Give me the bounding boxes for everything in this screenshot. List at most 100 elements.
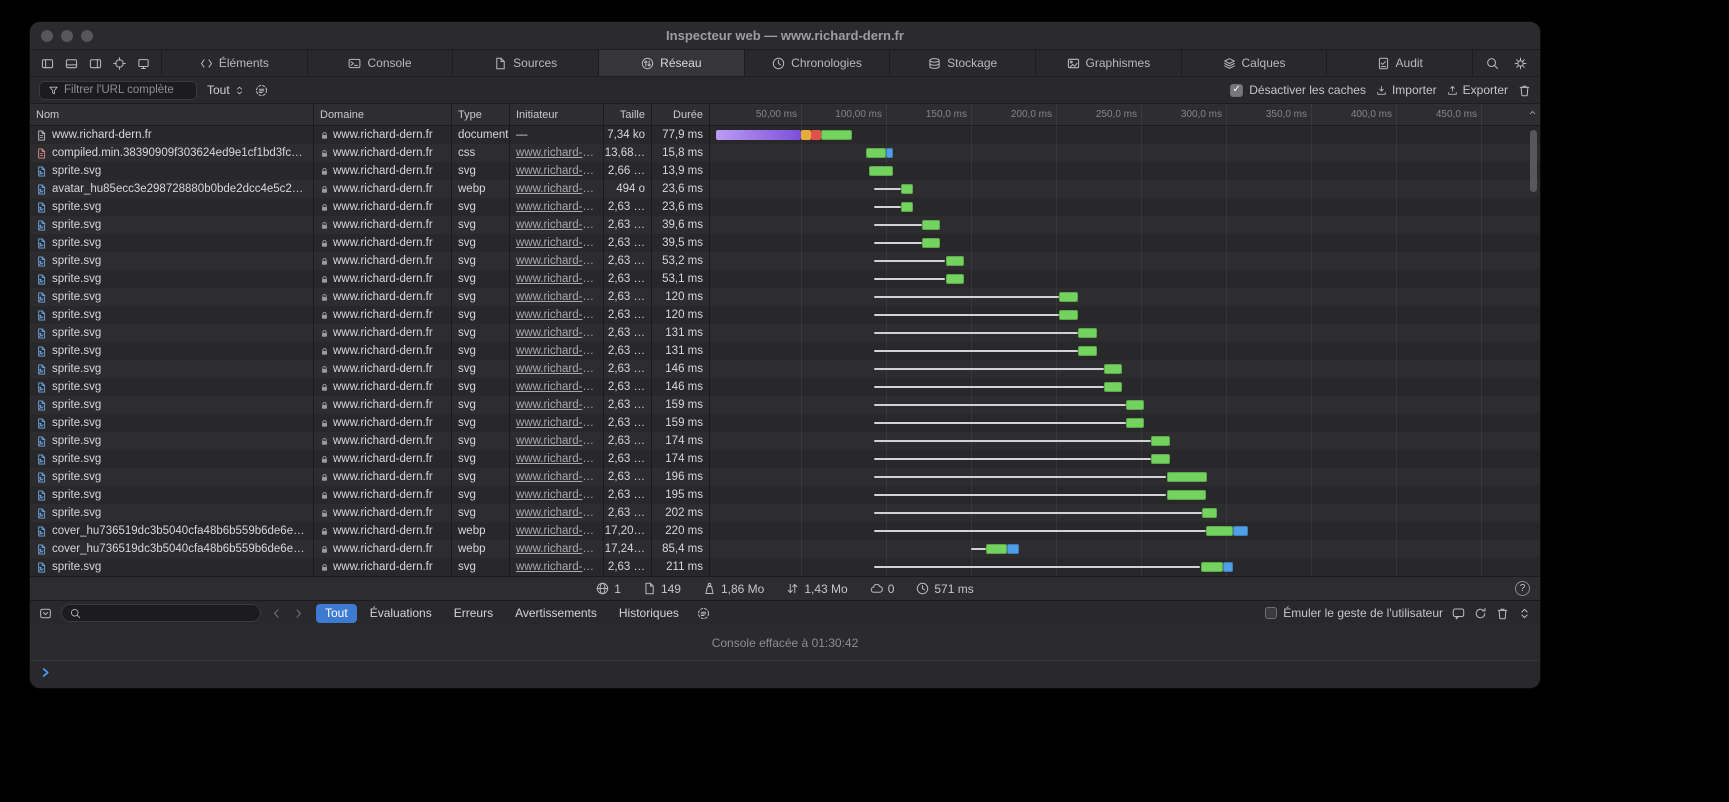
import-button[interactable]: Importer xyxy=(1376,83,1437,97)
clear-console-icon[interactable] xyxy=(1496,607,1509,620)
scrollbar-thumb[interactable] xyxy=(1530,130,1537,192)
tab-graphismes[interactable]: Graphismes xyxy=(1036,50,1182,76)
network-request-row[interactable]: cover_hu736519dc3b5040cfa48b6b559b6de6ec… xyxy=(30,522,1540,540)
inspect-element-icon[interactable] xyxy=(113,57,126,70)
device-settings-icon[interactable] xyxy=(137,57,150,70)
console-filter-options-icon[interactable] xyxy=(697,607,710,620)
tab-reseau[interactable]: Réseau xyxy=(599,50,745,76)
network-request-row[interactable]: avatar_hu85ecc3e298728880b0bde2dcc4e5c23… xyxy=(30,180,1540,198)
console-tab-erreurs[interactable]: Erreurs xyxy=(445,604,502,623)
initiator-link[interactable]: www.richard-d… xyxy=(516,435,597,447)
initiator-link[interactable]: www.richard-d… xyxy=(516,291,597,303)
tab-chronologies[interactable]: Chronologies xyxy=(745,50,891,76)
column-header-nom[interactable]: Nom xyxy=(30,104,314,125)
network-request-row[interactable]: cover_hu736519dc3b5040cfa48b6b559b6de6ec… xyxy=(30,540,1540,558)
column-header-initiateur[interactable]: Initiateur xyxy=(510,104,604,125)
initiator-link[interactable]: www.richard-d… xyxy=(516,543,597,555)
help-icon[interactable]: ? xyxy=(1515,581,1530,596)
console-tab-evaluations[interactable]: Évaluations xyxy=(361,604,441,623)
network-request-row[interactable]: sprite.svgwww.richard-dern.frsvgwww.rich… xyxy=(30,324,1540,342)
next-result-icon[interactable] xyxy=(292,607,305,620)
network-request-row[interactable]: sprite.svgwww.richard-dern.frsvgwww.rich… xyxy=(30,198,1540,216)
tab-calques[interactable]: Calques xyxy=(1182,50,1328,76)
minimize-button[interactable] xyxy=(61,30,73,42)
dock-bottom-icon[interactable] xyxy=(65,57,78,70)
network-request-row[interactable]: sprite.svgwww.richard-dern.frsvgwww.rich… xyxy=(30,288,1540,306)
initiator-link[interactable]: www.richard-d… xyxy=(516,399,597,411)
emulate-user-gesture-toggle[interactable]: Émuler le geste de l'utilisateur xyxy=(1265,606,1443,620)
initiator-link[interactable]: www.richard-d… xyxy=(516,561,597,573)
undock-icon[interactable] xyxy=(89,57,102,70)
initiator-link[interactable]: www.richard-d… xyxy=(516,417,597,429)
network-request-row[interactable]: sprite.svgwww.richard-dern.frsvgwww.rich… xyxy=(30,468,1540,486)
console-tab-historiques[interactable]: Historiques xyxy=(610,604,688,623)
initiator-link[interactable]: www.richard-d… xyxy=(516,201,597,213)
network-request-row[interactable]: www.richard-dern.frwww.richard-dern.frdo… xyxy=(30,126,1540,144)
column-header-type[interactable]: Type xyxy=(452,104,510,125)
initiator-link[interactable]: www.richard-d… xyxy=(516,363,597,375)
network-request-row[interactable]: sprite.svgwww.richard-dern.frsvgwww.rich… xyxy=(30,504,1540,522)
close-button[interactable] xyxy=(41,30,53,42)
initiator-link[interactable]: www.richard-d… xyxy=(516,489,597,501)
filter-options-icon[interactable] xyxy=(255,84,268,97)
column-header-domaine[interactable]: Domaine xyxy=(314,104,452,125)
network-request-row[interactable]: sprite.svgwww.richard-dern.frsvgwww.rich… xyxy=(30,450,1540,468)
network-request-row[interactable]: sprite.svgwww.richard-dern.frsvgwww.rich… xyxy=(30,396,1540,414)
resource-type-dropdown[interactable]: Tout xyxy=(207,83,245,97)
clear-network-icon[interactable] xyxy=(1518,84,1531,97)
initiator-link[interactable]: www.richard-d… xyxy=(516,147,597,159)
console-tab-avertissements[interactable]: Avertissements xyxy=(506,604,606,623)
search-icon[interactable] xyxy=(1486,57,1499,70)
expand-console-icon[interactable] xyxy=(1518,607,1531,620)
export-button[interactable]: Exporter xyxy=(1447,83,1508,97)
network-request-row[interactable]: sprite.svgwww.richard-dern.frsvgwww.rich… xyxy=(30,234,1540,252)
initiator-link[interactable]: www.richard-d… xyxy=(516,381,597,393)
network-request-row[interactable]: sprite.svgwww.richard-dern.frsvgwww.rich… xyxy=(30,558,1540,576)
network-request-row[interactable]: sprite.svgwww.richard-dern.frsvgwww.rich… xyxy=(30,252,1540,270)
initiator-link[interactable]: www.richard-d… xyxy=(516,273,597,285)
tab-console[interactable]: Console xyxy=(308,50,454,76)
console-scope-icon[interactable] xyxy=(39,607,52,620)
initiator-link[interactable]: www.richard-d… xyxy=(516,525,597,537)
url-filter-input[interactable]: Filtrer l'URL complète xyxy=(39,81,197,100)
column-header-taille[interactable]: Taille xyxy=(604,104,652,125)
initiator-link[interactable]: www.richard-d… xyxy=(516,255,597,267)
network-request-row[interactable]: sprite.svgwww.richard-dern.frsvgwww.rich… xyxy=(30,378,1540,396)
network-request-row[interactable]: sprite.svgwww.richard-dern.frsvgwww.rich… xyxy=(30,306,1540,324)
initiator-link[interactable]: www.richard-d… xyxy=(516,165,597,177)
initiator-link[interactable]: www.richard-d… xyxy=(516,237,597,249)
previous-result-icon[interactable] xyxy=(270,607,283,620)
reload-icon[interactable] xyxy=(1474,607,1487,620)
initiator-link[interactable]: www.richard-d… xyxy=(516,219,597,231)
console-search-input[interactable] xyxy=(61,604,261,622)
network-request-row[interactable]: sprite.svgwww.richard-dern.frsvgwww.rich… xyxy=(30,486,1540,504)
network-request-row[interactable]: sprite.svgwww.richard-dern.frsvgwww.rich… xyxy=(30,162,1540,180)
network-request-row[interactable]: sprite.svgwww.richard-dern.frsvgwww.rich… xyxy=(30,216,1540,234)
network-request-row[interactable]: sprite.svgwww.richard-dern.frsvgwww.rich… xyxy=(30,342,1540,360)
network-request-row[interactable]: sprite.svgwww.richard-dern.frsvgwww.rich… xyxy=(30,432,1540,450)
tab-elements[interactable]: Éléments xyxy=(162,50,308,76)
initiator-link[interactable]: www.richard-d… xyxy=(516,309,597,321)
emulate-user-gesture-checkbox[interactable] xyxy=(1265,607,1277,619)
tab-stockage[interactable]: Stockage xyxy=(890,50,1036,76)
column-header-duree[interactable]: Durée xyxy=(652,104,710,125)
dock-side-icon[interactable] xyxy=(41,57,54,70)
console-tab-tout[interactable]: Tout xyxy=(316,604,357,623)
network-request-row[interactable]: sprite.svgwww.richard-dern.frsvgwww.rich… xyxy=(30,360,1540,378)
initiator-link[interactable]: www.richard-d… xyxy=(516,507,597,519)
disable-caches-checkbox[interactable] xyxy=(1230,84,1243,97)
console-prompt[interactable] xyxy=(30,661,1540,688)
network-request-row[interactable]: compiled.min.38390909f303624ed9e1cf1bd3f… xyxy=(30,144,1540,162)
settings-gear-icon[interactable] xyxy=(1514,57,1527,70)
network-request-row[interactable]: sprite.svgwww.richard-dern.frsvgwww.rich… xyxy=(30,270,1540,288)
scroll-top-icon[interactable] xyxy=(1527,107,1538,118)
initiator-link[interactable]: www.richard-d… xyxy=(516,345,597,357)
disable-caches-toggle[interactable]: Désactiver les caches xyxy=(1230,83,1366,97)
initiator-link[interactable]: www.richard-d… xyxy=(516,453,597,465)
initiator-link[interactable]: www.richard-d… xyxy=(516,183,597,195)
network-request-row[interactable]: sprite.svgwww.richard-dern.frsvgwww.rich… xyxy=(30,414,1540,432)
initiator-link[interactable]: www.richard-d… xyxy=(516,471,597,483)
tab-audit[interactable]: Audit xyxy=(1327,50,1473,76)
tab-sources[interactable]: Sources xyxy=(453,50,599,76)
initiator-link[interactable]: www.richard-d… xyxy=(516,327,597,339)
